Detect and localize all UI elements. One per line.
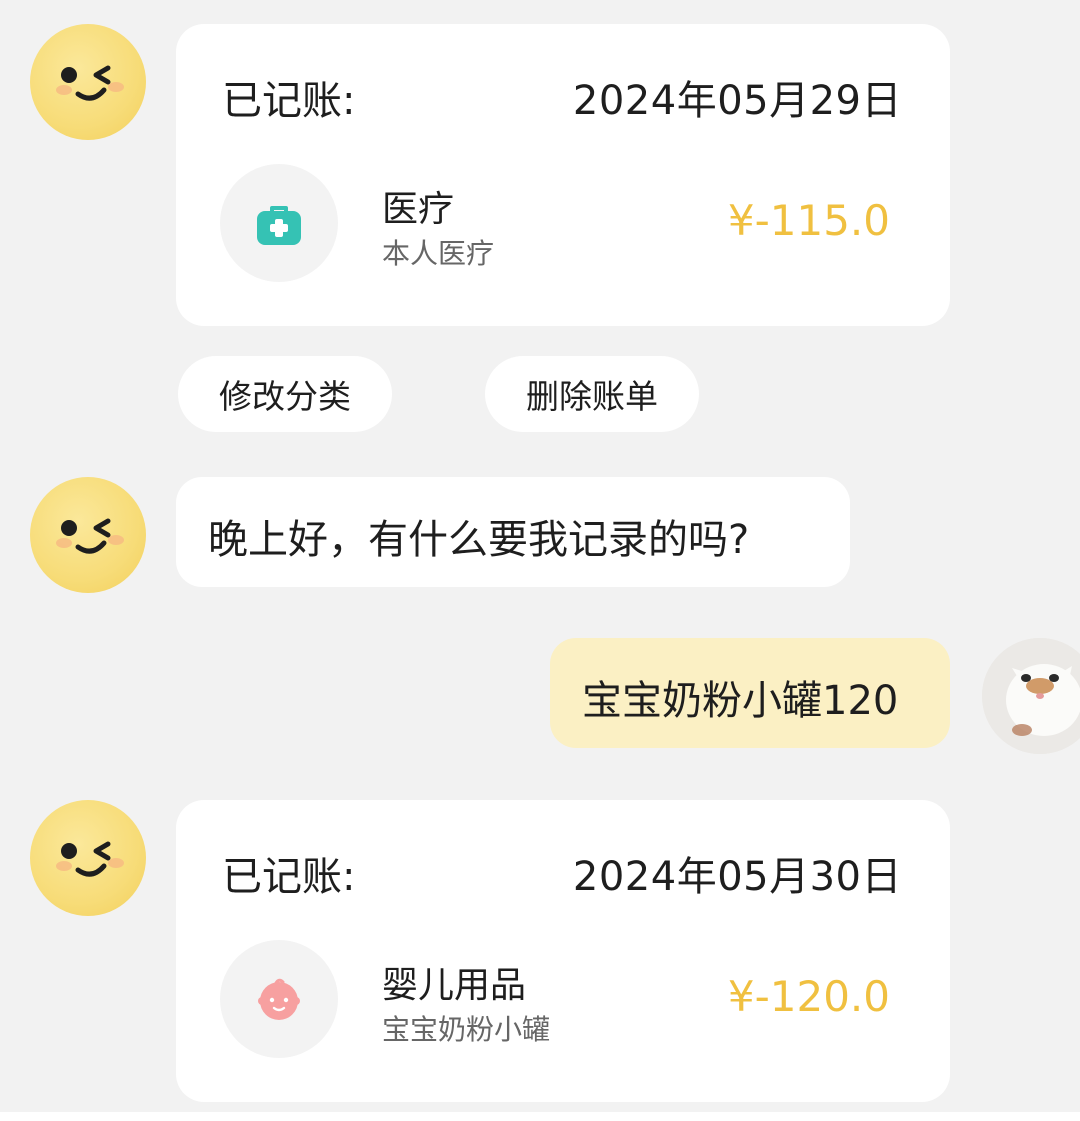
bot-avatar[interactable] <box>30 24 146 140</box>
baby-face-icon <box>258 978 300 1020</box>
bill-card[interactable]: 已记账: 2024年05月29日 医疗 本人医疗 ¥-115.0 <box>176 24 950 326</box>
user-avatar[interactable] <box>982 638 1080 754</box>
bot-avatar[interactable] <box>30 800 146 916</box>
bot-message-text: 晚上好，有什么要我记录的吗? <box>208 517 750 563</box>
winking-face-icon <box>56 841 124 877</box>
bill-amount: ¥-120.0 <box>727 972 890 1021</box>
bill-label: 已记账: <box>222 78 356 124</box>
bill-date: 2024年05月30日 <box>572 854 902 900</box>
edit-category-button[interactable]: 修改分类 <box>178 356 392 432</box>
category-name: 婴儿用品 <box>382 965 527 1006</box>
user-message-bubble[interactable]: 宝宝奶粉小罐120 <box>550 638 950 748</box>
bottom-edge <box>0 1112 1080 1121</box>
delete-bill-button[interactable]: 删除账单 <box>485 356 699 432</box>
winking-face-icon <box>56 518 124 554</box>
bot-avatar[interactable] <box>30 477 146 593</box>
user-message-text: 宝宝奶粉小罐120 <box>582 678 899 724</box>
cat-avatar-icon <box>982 638 1080 754</box>
subcategory-name: 宝宝奶粉小罐 <box>382 1013 551 1046</box>
category-icon-circle <box>220 164 338 282</box>
bill-label: 已记账: <box>222 854 356 900</box>
bill-card[interactable]: 已记账: 2024年05月30日 婴儿用品 宝宝奶粉小罐 ¥-120.0 <box>176 800 950 1102</box>
bill-amount: ¥-115.0 <box>727 196 890 245</box>
winking-face-icon <box>56 65 124 101</box>
category-icon-circle <box>220 940 338 1058</box>
bot-message-bubble[interactable]: 晚上好，有什么要我记录的吗? <box>176 477 850 587</box>
bill-date: 2024年05月29日 <box>572 78 902 124</box>
medical-kit-icon <box>257 206 301 245</box>
subcategory-name: 本人医疗 <box>382 237 495 270</box>
category-name: 医疗 <box>382 189 455 230</box>
